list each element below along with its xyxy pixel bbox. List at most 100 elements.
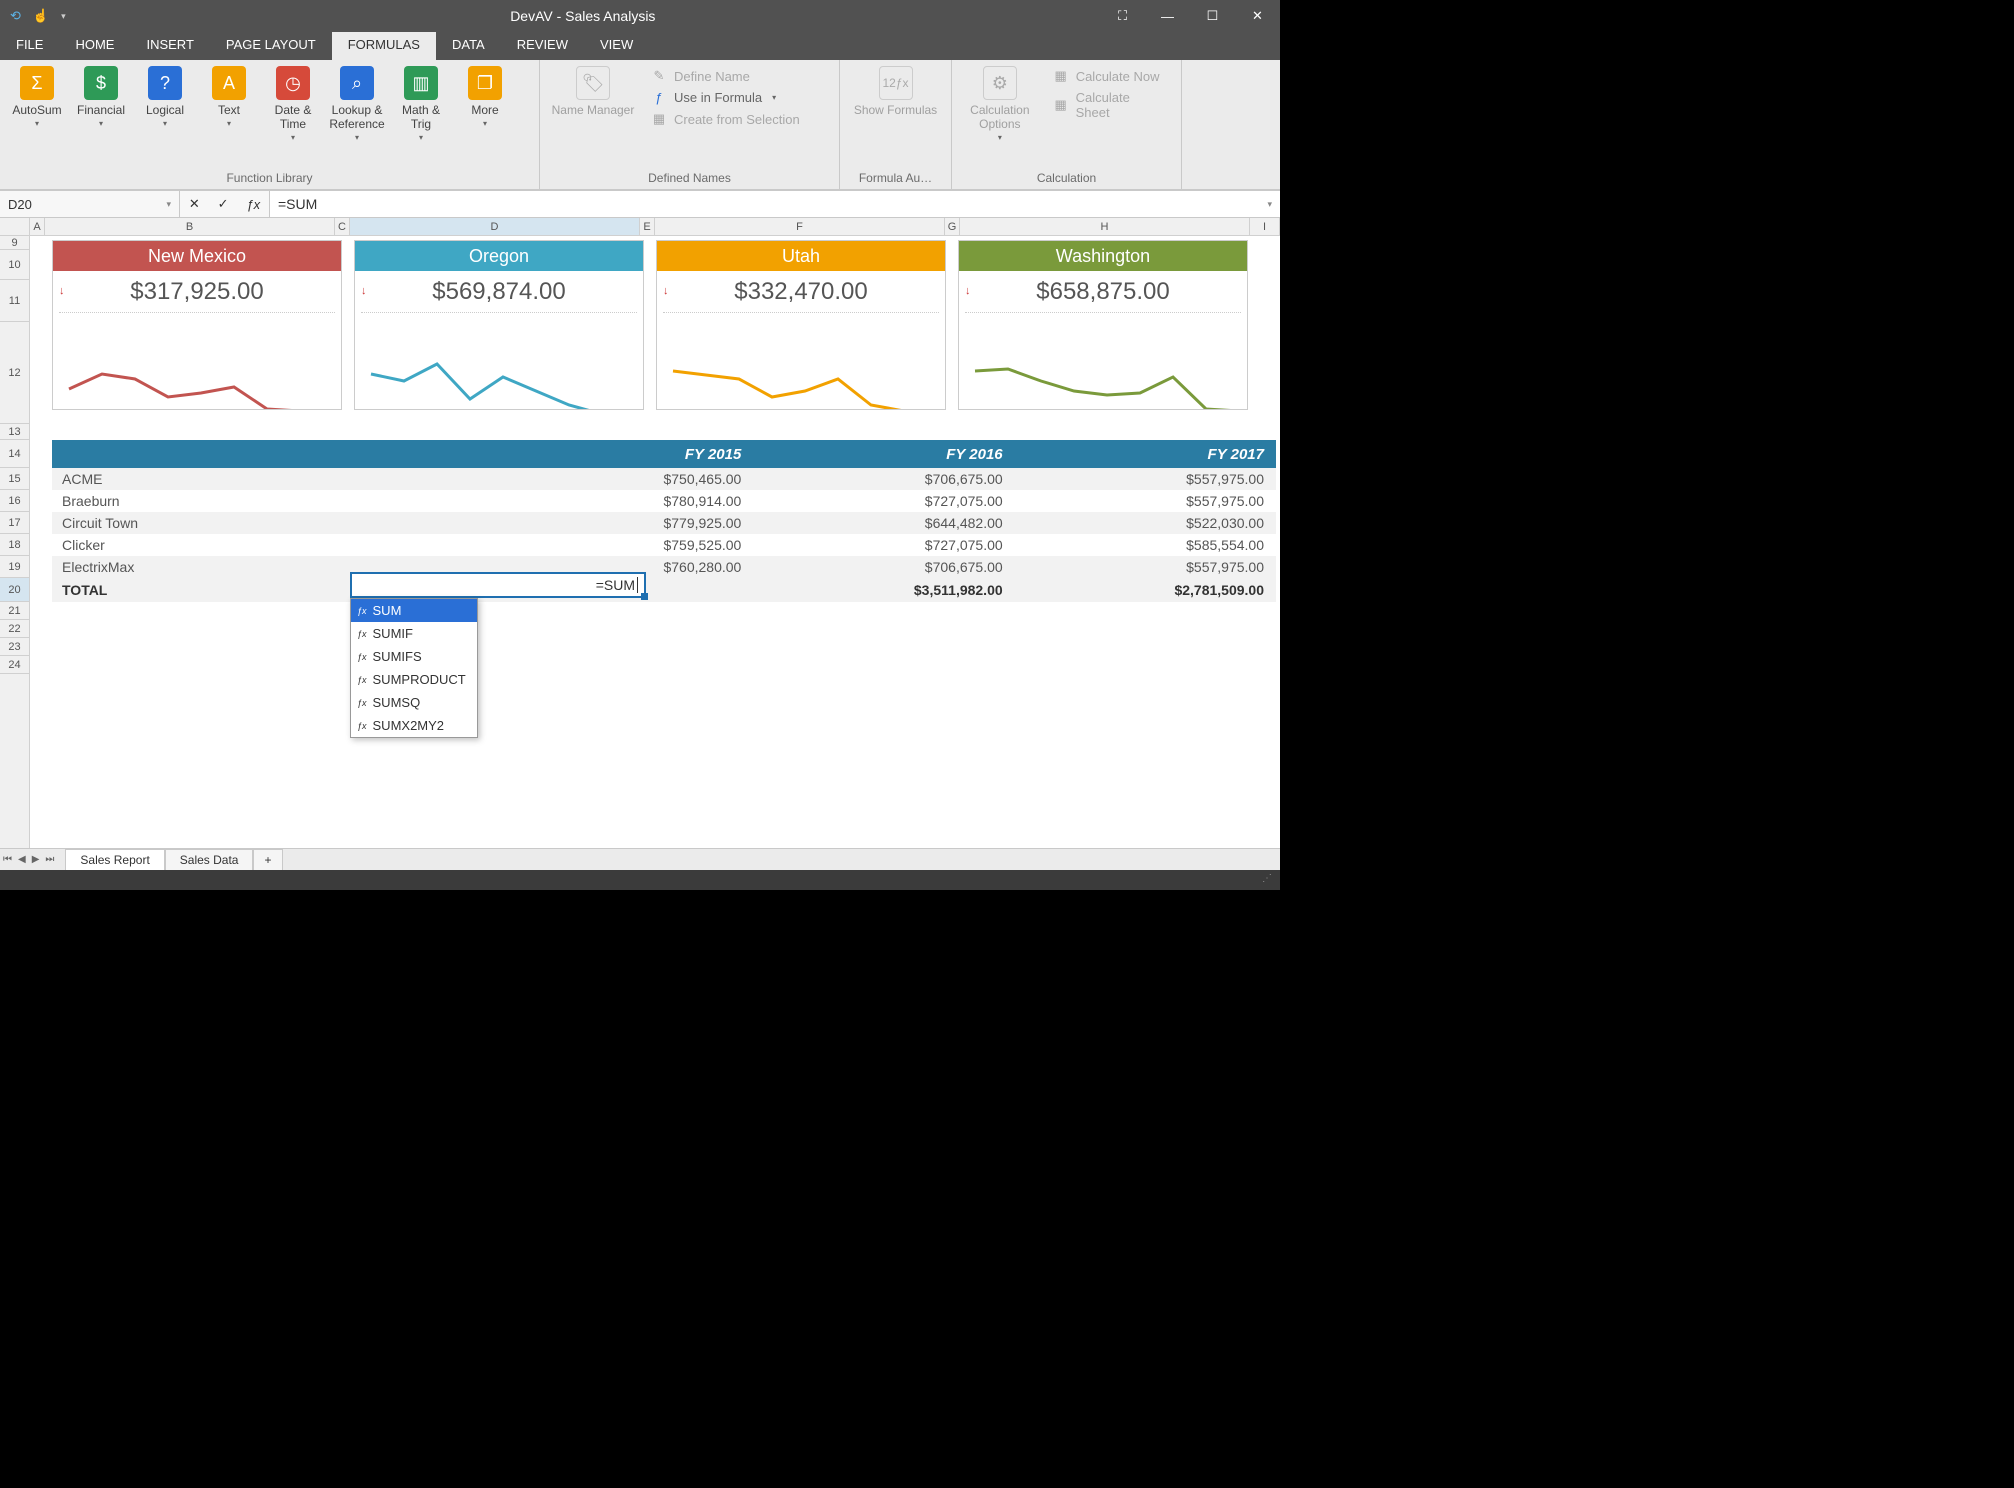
menu-tab-file[interactable]: FILE	[0, 32, 59, 60]
row-header-24[interactable]: 24	[0, 656, 29, 674]
calculation-options-button[interactable]: ⚙ Calculation Options ▾	[960, 64, 1040, 144]
maximize-button[interactable]: ☐	[1190, 0, 1235, 32]
col-header-C[interactable]: C	[335, 218, 350, 235]
table-total-row[interactable]: TOTAL $3,511,982.00$2,781,509.00	[52, 578, 1276, 602]
card-title: Washington	[959, 241, 1247, 271]
menu-tab-page-layout[interactable]: PAGE LAYOUT	[210, 32, 332, 60]
row-header-19[interactable]: 19	[0, 556, 29, 578]
autocomplete-item-sumsq[interactable]: ƒxSUMSQ	[351, 691, 477, 714]
group-caption-formula-auditing: Formula Au…	[848, 169, 943, 187]
sheet-nav-next[interactable]: ▶	[29, 854, 43, 865]
autocomplete-item-sumproduct[interactable]: ƒxSUMPRODUCT	[351, 668, 477, 691]
row-header-12[interactable]: 12	[0, 322, 29, 424]
titlebar: ⟲ ☝ ▾ DevAV - Sales Analysis ⛶ — ☐ ✕	[0, 0, 1280, 32]
formula-input[interactable]: =SUM▾	[270, 191, 1280, 217]
trend-down-icon: ↓	[663, 285, 669, 297]
row-header-18[interactable]: 18	[0, 534, 29, 556]
spreadsheet-grid[interactable]: 9101112131415161718192021222324 ABCDEFGH…	[0, 218, 1280, 848]
show-formulas-button[interactable]: 12ƒx Show Formulas	[848, 64, 943, 120]
summary-card-oregon: Oregon ↓$569,874.00	[354, 240, 644, 410]
resize-grip-icon[interactable]: ⋰	[1254, 870, 1280, 887]
group-caption-function-library: Function Library	[8, 169, 531, 187]
table-header-row: FY 2015 FY 2016 FY 2017	[52, 440, 1276, 468]
col-header-I[interactable]: I	[1250, 218, 1280, 235]
sheet-nav-prev[interactable]: ◀	[15, 854, 29, 865]
col-header-D[interactable]: D	[350, 218, 640, 235]
name-box[interactable]: D20▾	[0, 191, 180, 217]
calculate-now-button[interactable]: ▦Calculate Now	[1052, 68, 1167, 84]
lookup-reference-button[interactable]: ⌕Lookup & Reference▾	[328, 64, 386, 144]
sheet-tab-sales-data[interactable]: Sales Data	[165, 849, 254, 870]
group-caption-defined-names: Defined Names	[548, 169, 831, 187]
minimize-button[interactable]: —	[1145, 0, 1190, 32]
row-header-10[interactable]: 10	[0, 250, 29, 280]
fullscreen-icon[interactable]: ⛶	[1100, 8, 1145, 24]
col-header-H[interactable]: H	[960, 218, 1250, 235]
formula-cancel-button[interactable]: ✕	[189, 196, 200, 212]
card-value: ↓$317,925.00	[59, 271, 335, 313]
row-header-16[interactable]: 16	[0, 490, 29, 512]
function-icon: ƒx	[357, 606, 367, 616]
touch-mode-icon[interactable]: ☝	[33, 8, 49, 24]
add-sheet-button[interactable]: +	[253, 849, 282, 870]
sparkline	[959, 313, 1247, 409]
col-header-A[interactable]: A	[30, 218, 45, 235]
text-button[interactable]: AText▾	[200, 64, 258, 130]
table-row[interactable]: ACME $750,465.00$706,675.00$557,975.00	[52, 468, 1276, 490]
formula-accept-button[interactable]: ✓	[218, 196, 229, 212]
table-row[interactable]: Braeburn $780,914.00$727,075.00$557,975.…	[52, 490, 1276, 512]
create-from-selection-button[interactable]: ▦Create from Selection	[650, 111, 800, 127]
row-header-9[interactable]: 9	[0, 236, 29, 250]
name-manager-button[interactable]: 🏷 Name Manager	[548, 64, 638, 120]
define-name-button[interactable]: ✎Define Name	[650, 68, 800, 84]
row-header-17[interactable]: 17	[0, 512, 29, 534]
function-icon: ƒx	[357, 629, 367, 639]
select-all-corner[interactable]	[0, 218, 30, 236]
row-header-23[interactable]: 23	[0, 638, 29, 656]
sheet-nav-last[interactable]: ⏭	[42, 854, 57, 865]
table-row[interactable]: ElectrixMax $760,280.00$706,675.00$557,9…	[52, 556, 1276, 578]
autocomplete-item-sum[interactable]: ƒxSUM	[351, 599, 477, 622]
trend-down-icon: ↓	[965, 285, 971, 297]
calculate-sheet-button[interactable]: ▦Calculate Sheet	[1052, 90, 1167, 120]
math-trig-button[interactable]: ▥Math & Trig▾	[392, 64, 450, 144]
fill-handle[interactable]	[641, 593, 648, 600]
close-button[interactable]: ✕	[1235, 0, 1280, 32]
col-header-G[interactable]: G	[945, 218, 960, 235]
row-header-13[interactable]: 13	[0, 424, 29, 440]
financial-button[interactable]: $Financial▾	[72, 64, 130, 130]
use-in-formula-button[interactable]: ƒUse in Formula▾	[650, 90, 800, 105]
row-header-15[interactable]: 15	[0, 468, 29, 490]
sheet-nav-first[interactable]: ⏮	[0, 854, 15, 865]
autosum-button[interactable]: ΣAutoSum▾	[8, 64, 66, 130]
trend-down-icon: ↓	[59, 285, 65, 297]
active-cell-d20[interactable]: =SUM	[350, 572, 646, 598]
function-icon: ƒx	[357, 721, 367, 731]
autocomplete-item-sumx2my2[interactable]: ƒxSUMX2MY2	[351, 714, 477, 737]
insert-function-button[interactable]: ƒx	[246, 197, 260, 212]
formula-autocomplete[interactable]: ƒxSUMƒxSUMIFƒxSUMIFSƒxSUMPRODUCTƒxSUMSQƒ…	[350, 598, 478, 738]
autocomplete-item-sumif[interactable]: ƒxSUMIF	[351, 622, 477, 645]
row-header-20[interactable]: 20	[0, 578, 29, 602]
menu-tab-review[interactable]: REVIEW	[501, 32, 584, 60]
table-row[interactable]: Clicker $759,525.00$727,075.00$585,554.0…	[52, 534, 1276, 556]
autocomplete-item-sumifs[interactable]: ƒxSUMIFS	[351, 645, 477, 668]
row-header-14[interactable]: 14	[0, 440, 29, 468]
menu-tab-home[interactable]: HOME	[59, 32, 130, 60]
function-icon: ƒx	[357, 675, 367, 685]
col-header-B[interactable]: B	[45, 218, 335, 235]
sheet-tab-sales-report[interactable]: Sales Report	[65, 849, 164, 870]
logical-button[interactable]: ?Logical▾	[136, 64, 194, 130]
menu-tab-formulas[interactable]: FORMULAS	[332, 32, 436, 60]
col-header-F[interactable]: F	[655, 218, 945, 235]
menu-tab-insert[interactable]: INSERT	[130, 32, 209, 60]
date-time-button[interactable]: ◷Date & Time▾	[264, 64, 322, 144]
row-header-21[interactable]: 21	[0, 602, 29, 620]
row-header-11[interactable]: 11	[0, 280, 29, 322]
more-button[interactable]: ❐More▾	[456, 64, 514, 130]
row-header-22[interactable]: 22	[0, 620, 29, 638]
col-header-E[interactable]: E	[640, 218, 655, 235]
menu-tab-view[interactable]: VIEW	[584, 32, 649, 60]
menu-tab-data[interactable]: DATA	[436, 32, 501, 60]
table-row[interactable]: Circuit Town $779,925.00$644,482.00$522,…	[52, 512, 1276, 534]
